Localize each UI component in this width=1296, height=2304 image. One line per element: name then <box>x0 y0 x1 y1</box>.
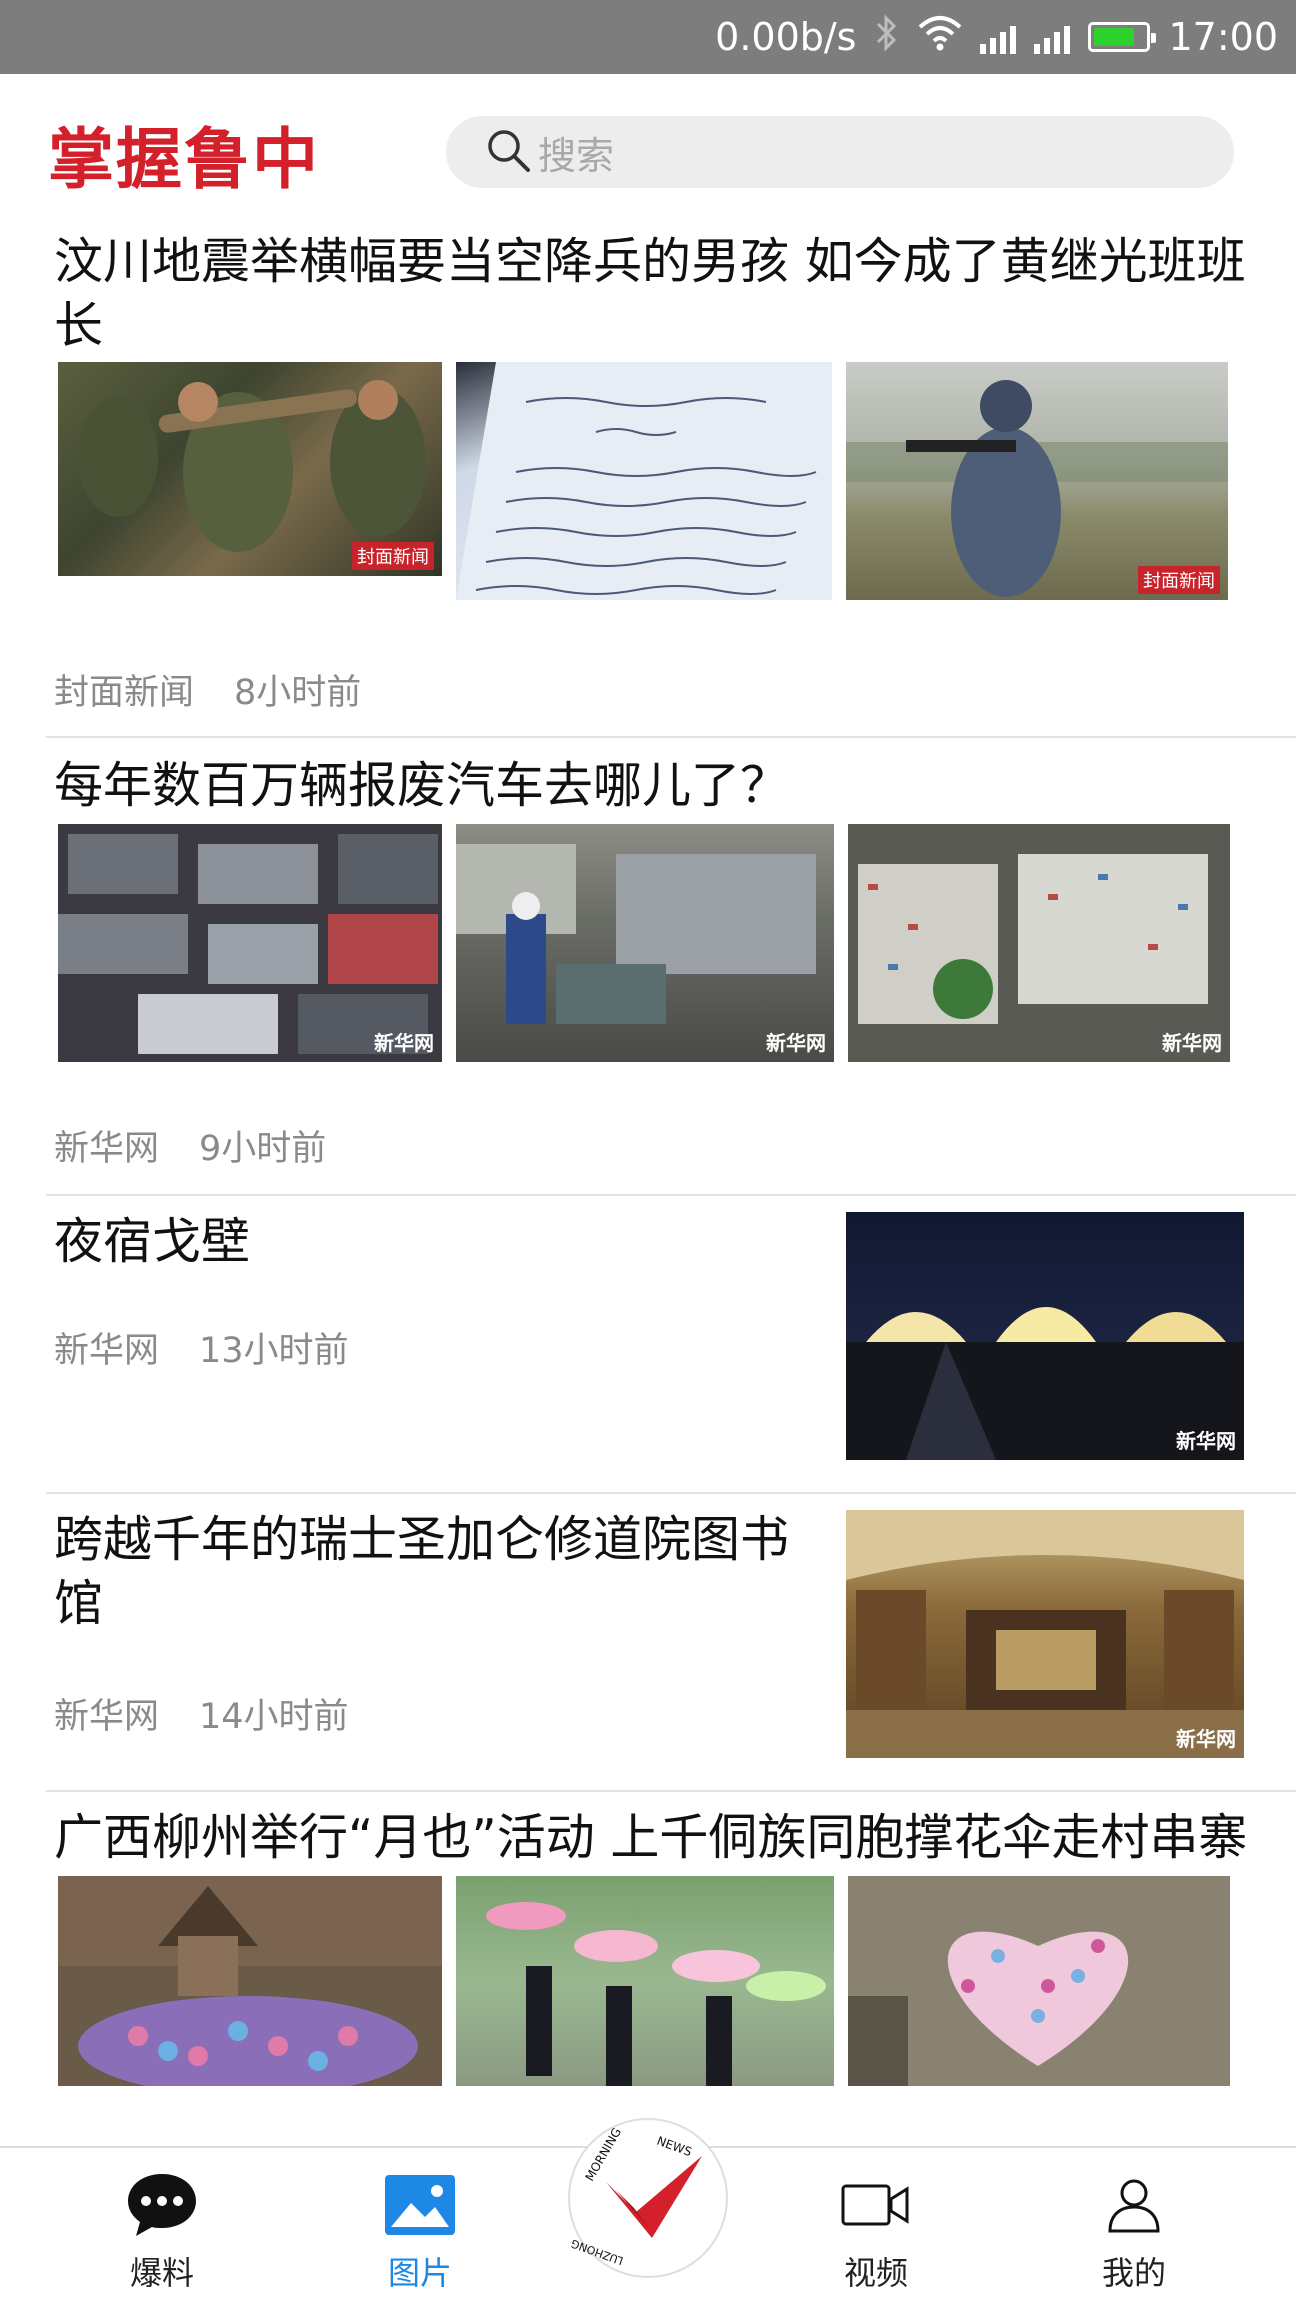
news-image[interactable] <box>456 1876 834 2086</box>
picture-icon <box>340 2170 500 2240</box>
news-meta: 新华网 14小时前 <box>0 1688 349 1739</box>
news-time: 14小时前 <box>199 1697 349 1737</box>
status-bar: 0.00b/s 17:00 <box>0 0 1296 74</box>
svg-text:MORNING: MORNING <box>582 2125 624 2183</box>
news-item[interactable]: 汶川地震举横幅要当空降兵的男孩 如今成了黄继光班班长 封面新闻 封面新闻 封面新… <box>0 224 1296 736</box>
nav-item-baoliao[interactable]: 爆料 <box>82 2170 242 2294</box>
news-image[interactable]: 新华网 <box>846 1510 1244 1758</box>
news-meta: 新华网 13小时前 <box>0 1322 349 1373</box>
news-time: 13小时前 <box>199 1331 349 1371</box>
clock: 17:00 <box>1168 15 1278 59</box>
news-image-row <box>0 1876 1296 2086</box>
morning-news-logo-button[interactable]: MORNING NEWS LUZHONG <box>568 2118 728 2278</box>
app-header: 掌握鲁中 搜索 <box>0 74 1296 224</box>
search-icon <box>484 126 532 178</box>
nav-label: 爆料 <box>129 2254 194 2292</box>
news-item[interactable]: 跨越千年的瑞士圣加仑修道院图书馆 新华网 14小时前 新华网 <box>0 1494 1296 1790</box>
news-image[interactable]: 新华网 <box>58 824 442 1062</box>
news-item[interactable]: 每年数百万辆报废汽车去哪儿了？ 新华网 新华网 新华网 新华网 9小时前 <box>0 738 1296 1194</box>
news-image[interactable] <box>456 362 832 600</box>
news-meta: 新华网 9小时前 <box>0 1120 326 1171</box>
battery-icon <box>1088 22 1157 52</box>
news-image[interactable]: 新华网 <box>456 824 834 1062</box>
news-time: 9小时前 <box>199 1129 327 1169</box>
news-image[interactable]: 新华网 <box>848 824 1230 1062</box>
person-icon <box>1054 2170 1214 2240</box>
news-image-row: 新华网 新华网 新华网 <box>0 824 1296 1062</box>
bluetooth-icon <box>874 13 900 62</box>
image-watermark: 封面新闻 <box>352 542 434 570</box>
svg-text:NEWS: NEWS <box>655 2134 694 2159</box>
image-watermark: 新华网 <box>1176 1429 1236 1453</box>
image-watermark: 新华网 <box>1162 1031 1222 1055</box>
news-meta: 封面新闻 8小时前 <box>0 664 361 715</box>
chat-bubble-icon <box>82 2170 242 2240</box>
news-source: 新华网 <box>54 1697 160 1737</box>
news-source: 新华网 <box>54 1129 160 1169</box>
nav-label: 视频 <box>843 2254 908 2292</box>
app-logo: 掌握鲁中 <box>48 120 320 198</box>
wifi-icon <box>918 15 962 60</box>
signal-strength-2-icon <box>1034 20 1071 54</box>
morning-news-logo-icon: MORNING NEWS LUZHONG <box>569 2125 702 2267</box>
news-image[interactable]: 封面新闻 <box>58 362 442 576</box>
nav-item-pictures[interactable]: 图片 <box>340 2170 500 2294</box>
news-title: 跨越千年的瑞士圣加仑修道院图书馆 <box>54 1511 790 1632</box>
news-title: 夜宿戈壁 <box>54 1213 251 1270</box>
network-speed: 0.00b/s <box>715 15 857 59</box>
nav-item-profile[interactable]: 我的 <box>1054 2170 1214 2294</box>
image-watermark: 封面新闻 <box>1138 566 1220 594</box>
nav-item-video[interactable]: 视频 <box>796 2170 956 2294</box>
nav-label: 图片 <box>387 2254 452 2292</box>
svg-text:LUZHONG: LUZHONG <box>570 2236 625 2267</box>
signal-strength-icon <box>980 20 1017 54</box>
news-image[interactable] <box>58 1876 442 2086</box>
news-image[interactable]: 新华网 <box>846 1212 1244 1460</box>
news-title: 广西柳州举行“月也”活动 上千侗族同胞撑花伞走村串寨 <box>54 1809 1248 1866</box>
image-watermark: 新华网 <box>374 1031 434 1055</box>
news-title: 每年数百万辆报废汽车去哪儿了？ <box>54 757 790 814</box>
video-camera-icon <box>796 2170 956 2240</box>
search-bar[interactable]: 搜索 <box>446 116 1234 188</box>
search-placeholder: 搜索 <box>538 133 615 178</box>
image-watermark: 新华网 <box>766 1031 826 1055</box>
news-item[interactable]: 广西柳州举行“月也”活动 上千侗族同胞撑花伞走村串寨 <box>0 1792 1296 2152</box>
news-source: 封面新闻 <box>54 673 195 713</box>
news-source: 新华网 <box>54 1331 160 1371</box>
news-time: 8小时前 <box>234 673 362 713</box>
news-image-row: 封面新闻 封面新闻 <box>0 362 1296 600</box>
nav-label: 我的 <box>1101 2254 1166 2292</box>
news-feed: 汶川地震举横幅要当空降兵的男孩 如今成了黄继光班班长 封面新闻 封面新闻 封面新… <box>0 224 1296 2152</box>
news-item[interactable]: 夜宿戈壁 新华网 13小时前 新华网 <box>0 1196 1296 1492</box>
news-title: 汶川地震举横幅要当空降兵的男孩 如今成了黄继光班班长 <box>54 233 1246 354</box>
news-image[interactable]: 封面新闻 <box>846 362 1228 600</box>
image-watermark: 新华网 <box>1176 1727 1236 1751</box>
news-image[interactable] <box>848 1876 1230 2086</box>
